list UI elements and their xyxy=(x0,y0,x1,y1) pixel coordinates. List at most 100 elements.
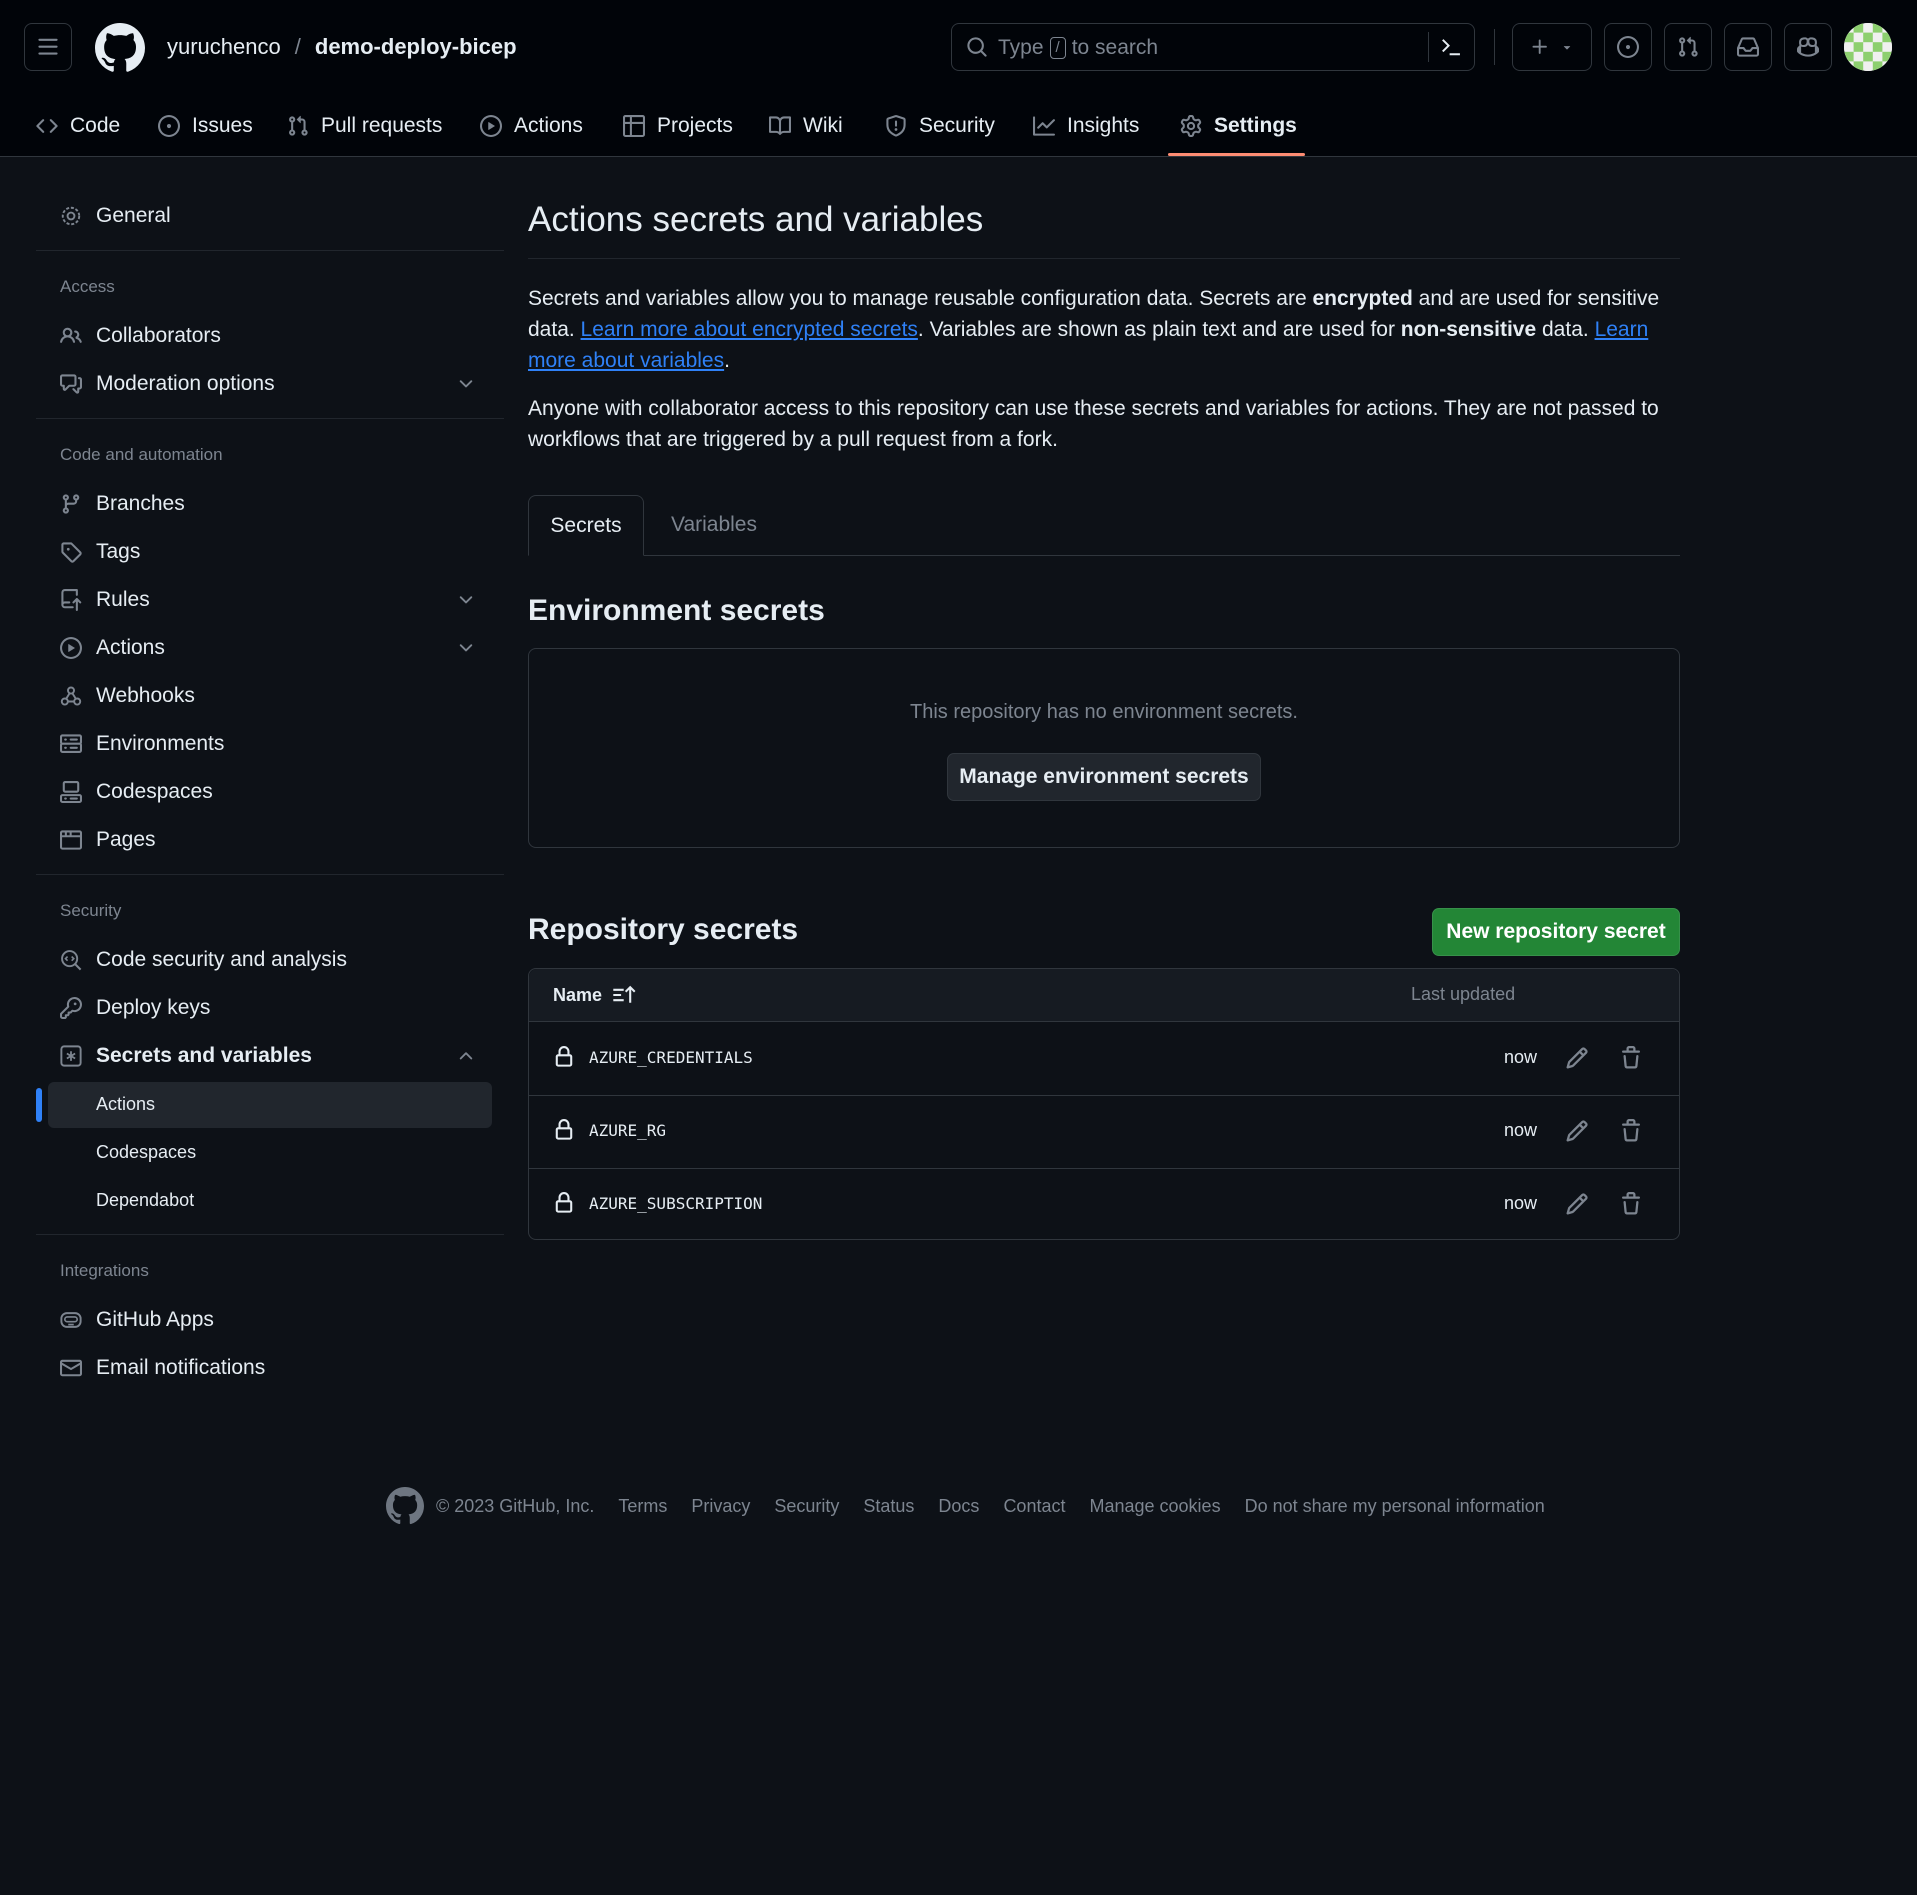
sidebar-subitem-label: Dependabot xyxy=(96,1190,195,1210)
graph-icon xyxy=(1033,116,1055,136)
sidebar-subitem-codespaces[interactable]: Codespaces xyxy=(48,1130,492,1176)
sidebar-item-branches[interactable]: Branches xyxy=(36,482,504,526)
sidebar-item-email-notifications[interactable]: Email notifications xyxy=(36,1346,504,1390)
sidebar-item-tags[interactable]: Tags xyxy=(36,530,504,574)
new-repository-secret-button[interactable]: New repository secret xyxy=(1432,908,1680,956)
sidebar-item-collaborators[interactable]: Collaborators xyxy=(36,314,504,358)
tab-secrets[interactable]: Secrets xyxy=(528,495,644,556)
active-item-indicator xyxy=(36,1088,42,1122)
tab-insights[interactable]: Insights xyxy=(1033,96,1139,156)
copilot-button[interactable] xyxy=(1784,23,1832,71)
sidebar-item-deploy-keys[interactable]: Deploy keys xyxy=(36,986,504,1030)
pull-request-icon xyxy=(1679,36,1698,57)
sidebar-item-general[interactable]: General xyxy=(36,194,504,238)
trash-icon[interactable] xyxy=(1619,1119,1643,1143)
manage-environment-secrets-button[interactable]: Manage environment secrets xyxy=(947,753,1261,801)
sidebar-item-secrets[interactable]: Secrets and variables xyxy=(36,1034,504,1078)
table-icon xyxy=(623,115,645,137)
sort-by-name[interactable]: Name xyxy=(553,984,638,1006)
server-icon xyxy=(60,734,82,753)
github-mark-icon[interactable] xyxy=(386,1487,424,1525)
copilot-icon xyxy=(1797,37,1819,57)
tab-label: Insights xyxy=(1067,114,1140,137)
sidebar-item-actions[interactable]: Actions xyxy=(36,626,504,670)
sidebar-item-rules[interactable]: Rules xyxy=(36,578,504,622)
inbox-button[interactable] xyxy=(1724,23,1772,71)
sidebar-item-github-apps[interactable]: GitHub Apps xyxy=(36,1298,504,1342)
repo-link[interactable]: demo-deploy-bicep xyxy=(315,34,517,60)
tag-icon xyxy=(61,542,82,563)
tab-projects[interactable]: Projects xyxy=(623,96,733,156)
tab-actions[interactable]: Actions xyxy=(480,96,583,156)
owner-link[interactable]: yuruchenco xyxy=(167,34,281,60)
sidebar-item-pages[interactable]: Pages xyxy=(36,818,504,862)
pencil-icon[interactable] xyxy=(1565,1192,1589,1216)
encrypted-secrets-link[interactable]: Learn more about encrypted secrets xyxy=(581,318,918,341)
codescan-icon xyxy=(61,950,82,971)
people-icon xyxy=(60,327,82,343)
tab-settings[interactable]: Settings xyxy=(1180,96,1297,156)
repository-secrets-heading: Repository secrets xyxy=(528,913,799,946)
search-input[interactable]: Type / to search xyxy=(951,23,1475,71)
tab-issues[interactable]: Issues xyxy=(158,96,253,156)
sidebar-subitem-actions[interactable]: Actions xyxy=(48,1082,492,1128)
codespaces-icon xyxy=(60,781,82,803)
footer-link-contact[interactable]: Contact xyxy=(1003,1496,1065,1517)
inbox-icon xyxy=(1737,37,1759,57)
secret-name: AZURE_SUBSCRIPTION xyxy=(589,1194,763,1213)
repository-secrets-table: Name Last updated AZURE_CREDENTIALS now … xyxy=(528,968,1680,1240)
trash-icon[interactable] xyxy=(1619,1046,1643,1070)
sort-asc-icon xyxy=(613,985,636,1003)
footer-link-docs[interactable]: Docs xyxy=(938,1496,979,1517)
tab-code[interactable]: Code xyxy=(36,96,120,156)
sidebar-item-codespaces[interactable]: Codespaces xyxy=(36,770,504,814)
menu-button[interactable] xyxy=(24,23,72,71)
tab-label: Settings xyxy=(1214,114,1297,137)
secret-name: AZURE_RG xyxy=(589,1121,667,1140)
tab-wiki[interactable]: Wiki xyxy=(769,96,843,156)
breadcrumb: yuruchenco / demo-deploy-bicep xyxy=(167,34,517,60)
issue-icon xyxy=(158,115,180,137)
page-title: Actions secrets and variables xyxy=(528,200,984,239)
pencil-icon[interactable] xyxy=(1565,1046,1589,1070)
sidebar-section-integrations: Integrations xyxy=(60,1261,149,1280)
intro-text: . xyxy=(724,349,730,372)
footer-link-privacy[interactable]: Privacy xyxy=(691,1496,750,1517)
sidebar-item-code-security[interactable]: Code security and analysis xyxy=(36,938,504,982)
footer-link-status[interactable]: Status xyxy=(863,1496,914,1517)
plus-icon xyxy=(1532,39,1547,54)
tab-pull-requests[interactable]: Pull requests xyxy=(287,96,442,156)
mail-icon xyxy=(60,1359,82,1377)
sidebar-item-label: Webhooks xyxy=(96,684,195,707)
create-new-button[interactable] xyxy=(1512,23,1592,71)
branch-icon xyxy=(62,494,80,514)
webhook-icon xyxy=(60,686,82,706)
sidebar-item-environments[interactable]: Environments xyxy=(36,722,504,766)
search-placeholder: Type / to search xyxy=(998,36,1158,60)
sidebar-item-moderation[interactable]: Moderation options xyxy=(36,362,504,406)
title-divider xyxy=(528,258,1680,259)
key-icon xyxy=(60,997,82,1019)
sidebar-item-webhooks[interactable]: Webhooks xyxy=(36,674,504,718)
sidebar-subitem-dependabot[interactable]: Dependabot xyxy=(48,1178,492,1224)
footer-link-manage-cookies[interactable]: Manage cookies xyxy=(1089,1496,1220,1517)
hamburger-icon xyxy=(38,38,58,55)
tab-variables[interactable]: Variables xyxy=(664,495,764,555)
pencil-icon[interactable] xyxy=(1565,1119,1589,1143)
avatar[interactable] xyxy=(1844,23,1892,71)
tab-security[interactable]: Security xyxy=(885,96,995,156)
top-bar: yuruchenco / demo-deploy-bicep Type / to… xyxy=(0,0,1917,96)
footer-link-do-not-share[interactable]: Do not share my personal information xyxy=(1245,1496,1545,1517)
pull-requests-button[interactable] xyxy=(1664,23,1712,71)
footer-link-terms[interactable]: Terms xyxy=(618,1496,667,1517)
footer-link-security[interactable]: Security xyxy=(774,1496,839,1517)
issues-button[interactable] xyxy=(1604,23,1652,71)
intro-text: . Variables are shown as plain text and … xyxy=(917,318,1401,341)
trash-icon[interactable] xyxy=(1619,1192,1643,1216)
command-palette-icon[interactable] xyxy=(1440,36,1462,58)
hubot-icon xyxy=(60,1312,82,1328)
sidebar-item-label: GitHub Apps xyxy=(96,1308,214,1331)
github-logo-icon[interactable] xyxy=(95,23,145,73)
sidebar-subitem-label: Actions xyxy=(96,1094,156,1114)
environment-secrets-box: This repository has no environment secre… xyxy=(528,648,1680,848)
